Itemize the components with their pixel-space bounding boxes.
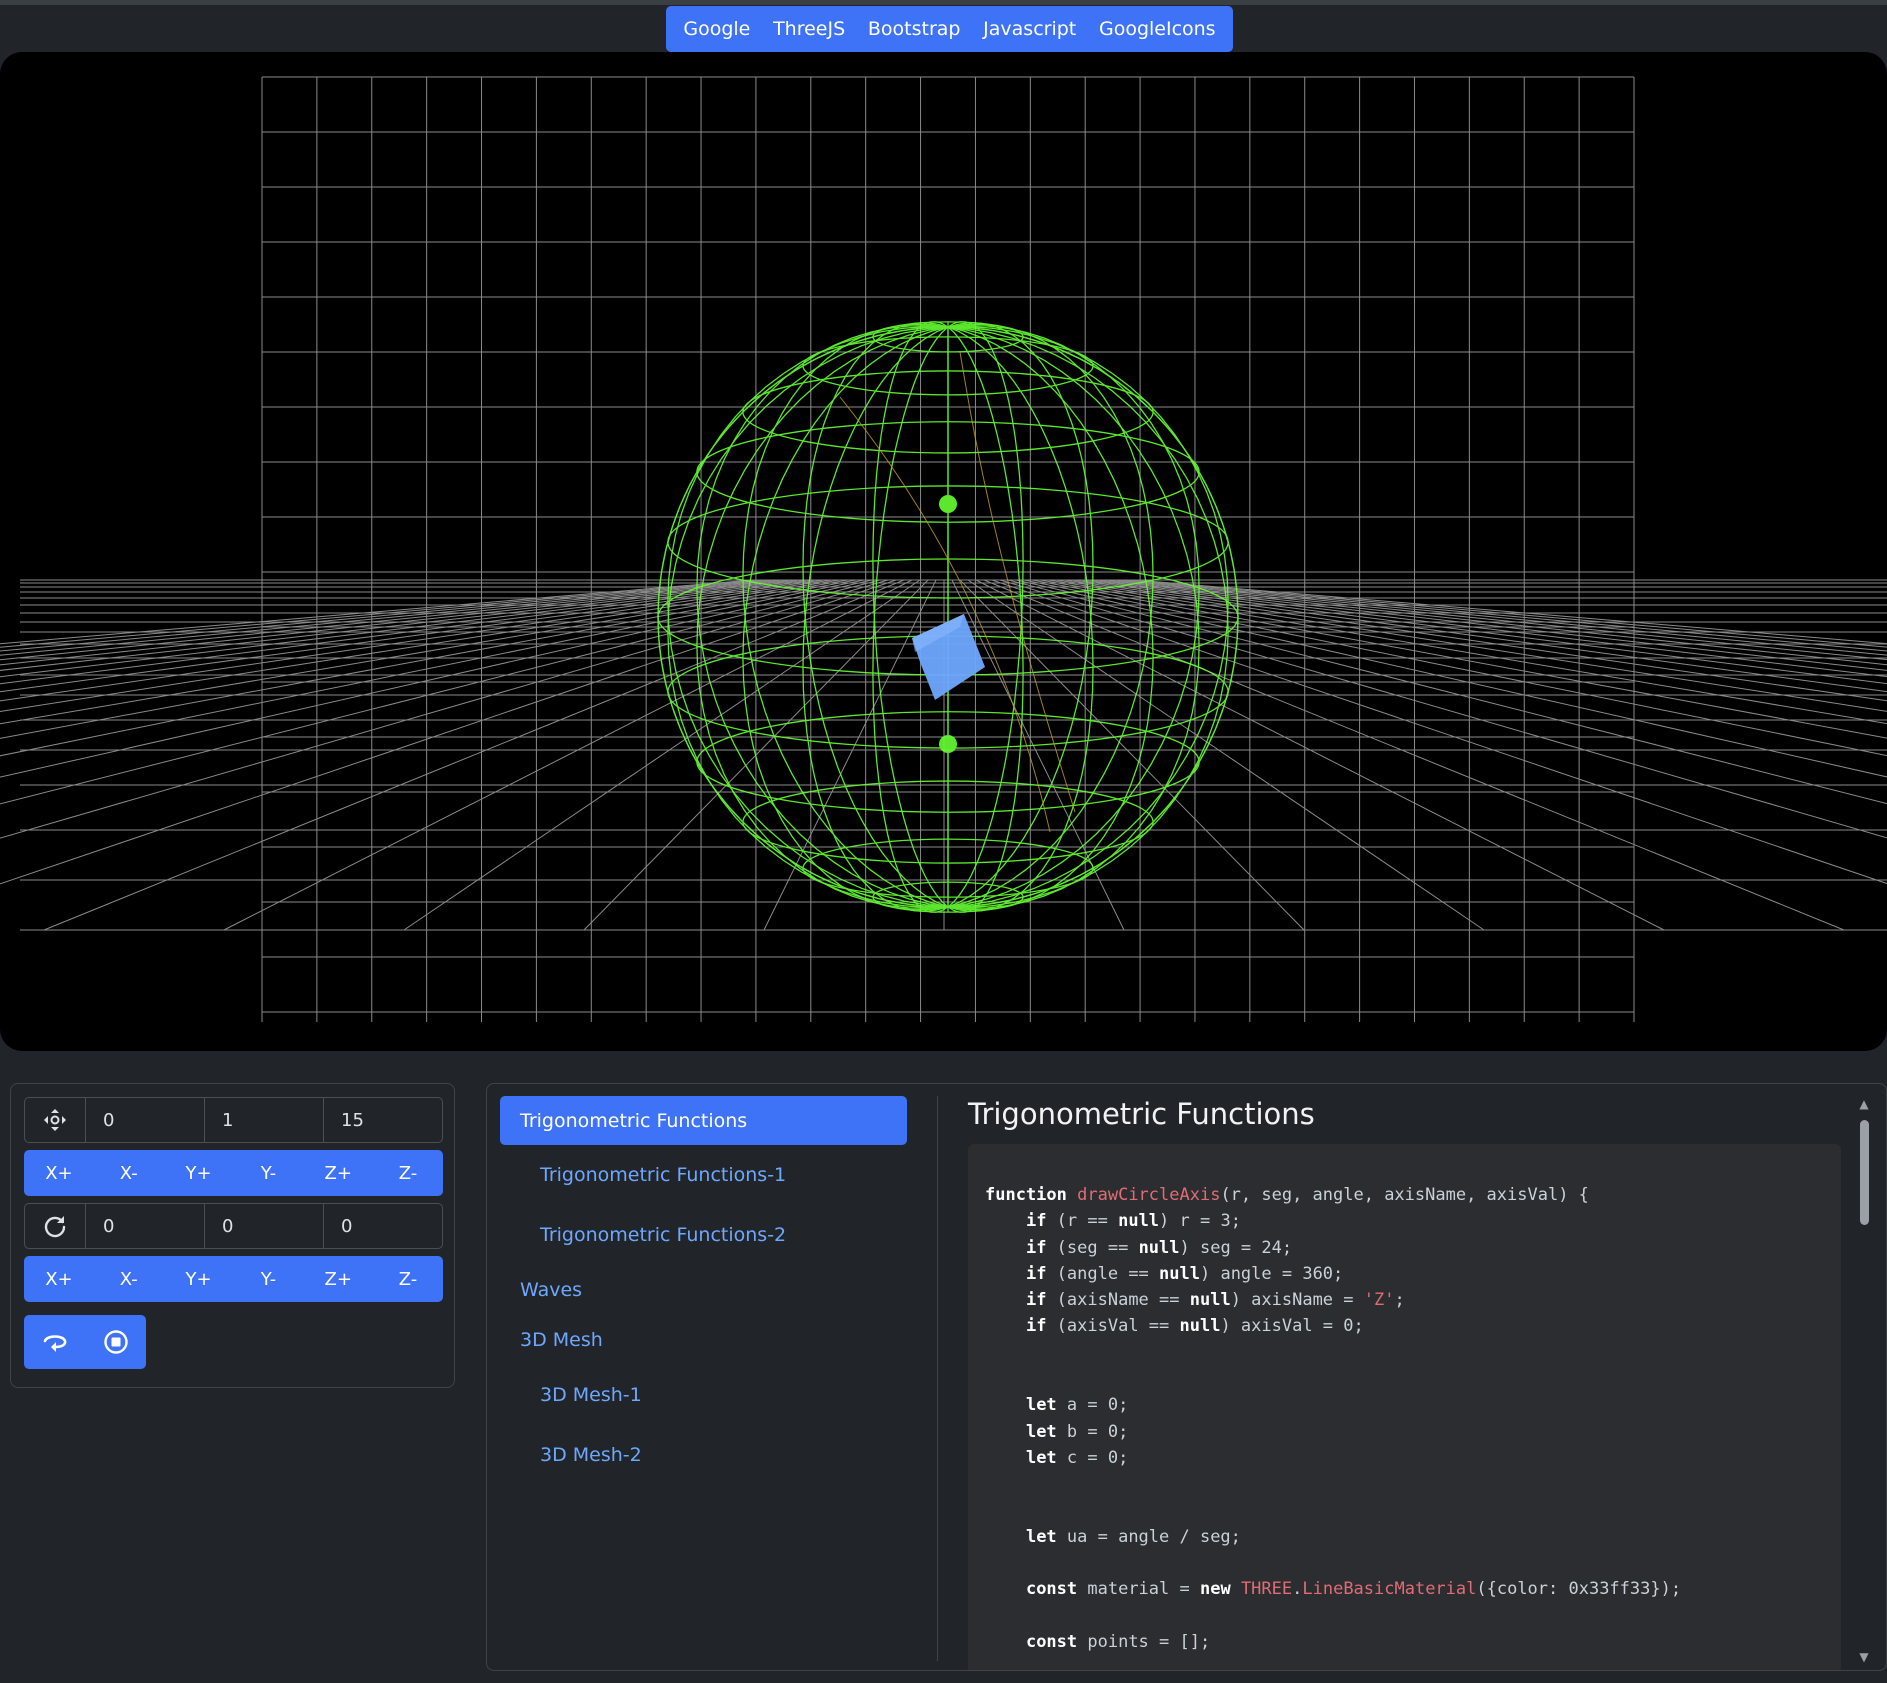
code-line: const material = new THREE.LineBasicMate… xyxy=(1025,1579,1682,1600)
code-line: let b = 0; xyxy=(1025,1421,1129,1442)
code-line: let ua = angle / seg; xyxy=(1025,1526,1241,1547)
threejs-viewport[interactable] xyxy=(0,52,1887,1051)
rotation-axis-buttons: X+ X- Y+ Y- Z+ Z- xyxy=(24,1256,443,1302)
scroll-up-icon[interactable]: ▲ xyxy=(1858,1098,1870,1110)
position-y-minus-button[interactable]: Y- xyxy=(233,1150,303,1196)
code-line: function drawCircleAxis(r, seg, angle, a… xyxy=(985,1185,1589,1205)
playback-buttons xyxy=(24,1315,146,1369)
top-navigation: Google ThreeJS Bootstrap Javascript Goog… xyxy=(666,6,1233,52)
position-x-plus-button[interactable]: X+ xyxy=(24,1150,94,1196)
sphere-pole xyxy=(939,735,957,753)
scroll-thumb[interactable] xyxy=(1860,1120,1869,1225)
code-line: if (axisName == null) axisName = 'Z'; xyxy=(1025,1290,1405,1311)
rotation-z-field[interactable]: 0 xyxy=(324,1204,442,1248)
sidebar-item-3d-mesh[interactable]: 3D Mesh xyxy=(520,1329,603,1351)
nav-link-googleicons[interactable]: GoogleIcons xyxy=(1099,18,1216,40)
nav-link-threejs[interactable]: ThreeJS xyxy=(773,18,845,40)
code-line: let c = 0; xyxy=(1025,1447,1129,1468)
rotation-y-field[interactable]: 0 xyxy=(205,1204,324,1248)
code-line: let a = 0; xyxy=(1025,1395,1129,1416)
position-input-group: 0 1 15 xyxy=(24,1097,443,1143)
window-top-border xyxy=(0,0,1887,5)
code-line: if (seg == null) seg = 24; xyxy=(1025,1237,1293,1258)
rotation-x-minus-button[interactable]: X- xyxy=(94,1256,164,1302)
rotate-icon[interactable] xyxy=(25,1204,86,1248)
rotation-x-plus-button[interactable]: X+ xyxy=(24,1256,94,1302)
sidebar-item-trigonometric-functions-2[interactable]: Trigonometric Functions-2 xyxy=(540,1224,786,1246)
scroll-down-icon[interactable]: ▼ xyxy=(1858,1651,1870,1663)
scrollbar[interactable]: ▲ ▼ xyxy=(1858,1098,1870,1663)
rotation-input-group: 0 0 0 xyxy=(24,1203,443,1249)
nav-link-google[interactable]: Google xyxy=(683,18,750,40)
position-z-field[interactable]: 15 xyxy=(324,1098,442,1142)
position-axis-buttons: X+ X- Y+ Y- Z+ Z- xyxy=(24,1150,443,1196)
camera-controls-panel: 0 1 15 X+ X- Y+ Y- Z+ Z- 0 0 0 X+ X- Y+ … xyxy=(10,1083,455,1388)
docs-panel: Trigonometric Functions Trigonometric Fu… xyxy=(486,1083,1887,1671)
sidebar-item-3d-mesh-2[interactable]: 3D Mesh-2 xyxy=(540,1444,642,1466)
position-x-field[interactable]: 0 xyxy=(86,1098,205,1142)
position-x-minus-button[interactable]: X- xyxy=(94,1150,164,1196)
position-z-plus-button[interactable]: Z+ xyxy=(303,1150,373,1196)
nav-link-javascript[interactable]: Javascript xyxy=(983,18,1076,40)
sphere-pole xyxy=(939,495,957,513)
sidebar-item-trigonometric-functions-1[interactable]: Trigonometric Functions-1 xyxy=(540,1164,786,1186)
position-y-field[interactable]: 1 xyxy=(205,1098,324,1142)
position-z-minus-button[interactable]: Z- xyxy=(373,1150,443,1196)
stop-circle-icon[interactable] xyxy=(85,1315,146,1369)
code-line: if (axisVal == null) axisVal = 0; xyxy=(1025,1316,1364,1337)
code-block[interactable]: function drawCircleAxis(r, seg, angle, a… xyxy=(968,1144,1841,1670)
rotation-y-minus-button[interactable]: Y- xyxy=(233,1256,303,1302)
rotation-z-minus-button[interactable]: Z- xyxy=(373,1256,443,1302)
rotation-x-field[interactable]: 0 xyxy=(86,1204,205,1248)
position-y-plus-button[interactable]: Y+ xyxy=(164,1150,234,1196)
code-listing: function drawCircleAxis(r, seg, angle, a… xyxy=(968,1144,1841,1655)
code-line: if (r == null) r = 3; xyxy=(1025,1211,1241,1232)
page-title: Trigonometric Functions xyxy=(968,1097,1315,1131)
move-icon[interactable] xyxy=(25,1098,86,1142)
wireframe-sphere xyxy=(657,321,1239,913)
code-line: if (angle == null) angle = 360; xyxy=(1025,1263,1344,1284)
scene-canvas xyxy=(0,76,1887,1022)
sidebar-item-active[interactable]: Trigonometric Functions xyxy=(500,1096,907,1145)
panel-divider xyxy=(937,1096,938,1661)
code-line: const points = []; xyxy=(1025,1632,1211,1653)
rotation-y-plus-button[interactable]: Y+ xyxy=(164,1256,234,1302)
rotation-z-plus-button[interactable]: Z+ xyxy=(303,1256,373,1302)
sidebar-item-waves[interactable]: Waves xyxy=(520,1279,582,1301)
sidebar-item-3d-mesh-1[interactable]: 3D Mesh-1 xyxy=(540,1384,642,1406)
rotate-left-icon[interactable] xyxy=(24,1315,85,1369)
nav-link-bootstrap[interactable]: Bootstrap xyxy=(868,18,961,40)
